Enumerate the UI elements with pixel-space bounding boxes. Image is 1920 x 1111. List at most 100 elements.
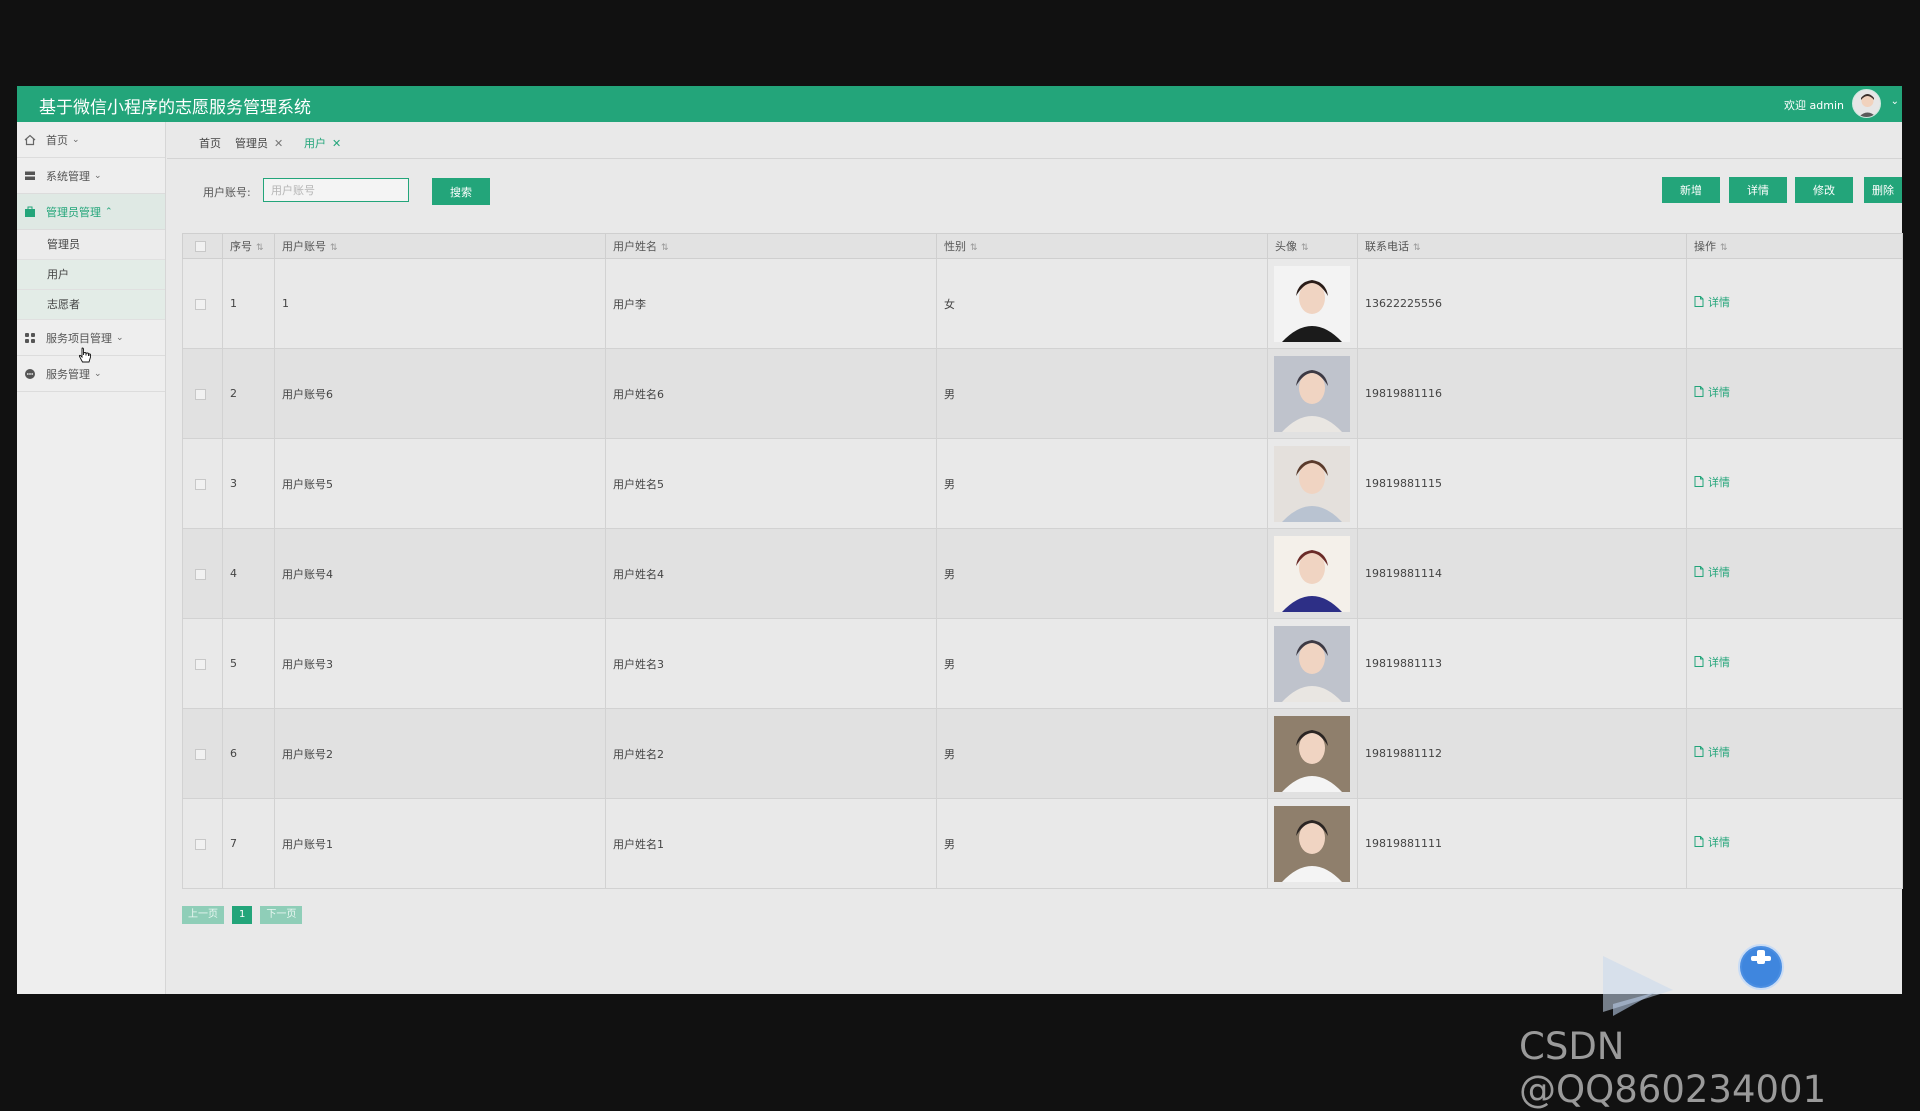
- row-checkbox[interactable]: [195, 748, 206, 760]
- table-row[interactable]: 4 用户账号4 用户姓名4 男 19819881114 详情: [182, 528, 1903, 619]
- floating-assistant-icon[interactable]: [1738, 944, 1784, 990]
- table-row[interactable]: 7 用户账号1 用户姓名1 男 19819881111 详情: [182, 798, 1903, 889]
- user-avatar-image: [1274, 535, 1350, 612]
- tab-user[interactable]: 用户 ✕: [304, 135, 341, 151]
- app-window: 基于微信小程序的志愿服务管理系统 欢迎 admin ⌄ 首页 ⌄ 系统管理 ⌄ …: [17, 86, 1903, 1016]
- row-checkbox[interactable]: [195, 298, 206, 310]
- table-row[interactable]: 1 1 用户李女 13622225556 详情: [182, 258, 1903, 349]
- cell-avatar: [1267, 708, 1358, 799]
- service-icon: [23, 367, 37, 381]
- cell-phone: 19819881116: [1357, 348, 1687, 439]
- row-checkbox[interactable]: [195, 658, 206, 670]
- close-icon[interactable]: ✕: [274, 137, 283, 150]
- col-header-phone[interactable]: 联系电话 ⇅: [1357, 233, 1687, 259]
- sidebar-subitem-user[interactable]: 用户: [17, 260, 165, 290]
- cell-index: 5: [222, 618, 275, 709]
- sidebar-subitem-admin[interactable]: 管理员: [17, 230, 165, 260]
- grid-icon: [23, 331, 37, 345]
- user-table: 序号 ⇅ 用户账号 ⇅ 用户姓名 ⇅ 性别 ⇅ 头像 ⇅ 联系电话 ⇅ 操作 ⇅ 1 1 用户李女…: [182, 233, 1903, 889]
- sidebar-subitem-volunteer[interactable]: 志愿者: [17, 290, 165, 320]
- sort-icon: ⇅: [256, 243, 264, 253]
- cell-action: 详情: [1686, 528, 1903, 619]
- tab-home[interactable]: 首页: [199, 135, 221, 151]
- search-input[interactable]: [263, 178, 409, 202]
- cell-avatar: [1267, 438, 1358, 529]
- cell-action: 详情: [1686, 618, 1903, 709]
- col-header-index[interactable]: 序号 ⇅: [222, 233, 275, 259]
- row-checkbox[interactable]: [195, 568, 206, 580]
- user-avatar[interactable]: [1852, 89, 1881, 118]
- chevron-down-icon[interactable]: ⌄: [1891, 96, 1899, 107]
- page-number-button[interactable]: 1: [232, 906, 253, 924]
- edit-button[interactable]: 修改: [1795, 177, 1853, 203]
- tab-bar: 首页 管理员 ✕ 用户 ✕: [167, 122, 1902, 159]
- table-row[interactable]: 5 用户账号3 用户姓名3 男 19819881113 详情: [182, 618, 1903, 709]
- row-detail-link[interactable]: 详情: [1694, 474, 1730, 490]
- add-button[interactable]: 新增: [1662, 177, 1720, 203]
- chevron-up-icon: ⌃: [105, 206, 113, 217]
- col-header-action[interactable]: 操作 ⇅: [1686, 233, 1903, 259]
- app-title: 基于微信小程序的志愿服务管理系统: [39, 98, 311, 118]
- sidebar-item-admin-management[interactable]: 管理员管理 ⌃: [17, 194, 165, 230]
- document-icon: [1694, 746, 1704, 757]
- cell-account: 用户账号5: [274, 438, 606, 529]
- row-checkbox[interactable]: [195, 838, 206, 850]
- row-detail-link[interactable]: 详情: [1694, 564, 1730, 580]
- chevron-down-icon: ⌄: [72, 134, 80, 145]
- cell-index: 4: [222, 528, 275, 619]
- row-select-cell: [182, 528, 223, 619]
- table-row[interactable]: 2 用户账号6 用户姓名6 男 19819881116 详情: [182, 348, 1903, 439]
- close-icon[interactable]: ✕: [332, 137, 341, 150]
- col-header-name[interactable]: 用户姓名 ⇅: [605, 233, 937, 259]
- delete-button[interactable]: 删除: [1864, 177, 1902, 203]
- col-header-avatar[interactable]: 头像 ⇅: [1267, 233, 1358, 259]
- col-header-gender[interactable]: 性别 ⇅: [936, 233, 1268, 259]
- admin-icon: [23, 205, 37, 219]
- cell-name: 用户姓名5: [605, 438, 937, 529]
- cell-account: 用户账号4: [274, 528, 606, 619]
- row-detail-link[interactable]: 详情: [1694, 294, 1730, 310]
- tab-admin[interactable]: 管理员 ✕: [235, 135, 283, 151]
- tab-label: 管理员: [235, 137, 268, 150]
- sort-icon: ⇅: [970, 243, 978, 253]
- cell-gender: 男: [936, 348, 1268, 439]
- main-content: 首页 管理员 ✕ 用户 ✕ 用户账号: 搜索 新增 详情 修改 删除: [167, 122, 1903, 1016]
- document-icon: [1694, 566, 1704, 577]
- row-detail-link[interactable]: 详情: [1694, 384, 1730, 400]
- user-avatar-image: [1274, 805, 1350, 882]
- row-detail-link[interactable]: 详情: [1694, 744, 1730, 760]
- cell-gender: 男: [936, 618, 1268, 709]
- top-header: 基于微信小程序的志愿服务管理系统 欢迎 admin ⌄: [17, 86, 1902, 122]
- cell-gender: 男: [936, 798, 1268, 889]
- sidebar-item-home[interactable]: 首页 ⌄: [17, 122, 165, 158]
- col-header-account[interactable]: 用户账号 ⇅: [274, 233, 606, 259]
- detail-button[interactable]: 详情: [1729, 177, 1787, 203]
- cell-action: 详情: [1686, 798, 1903, 889]
- search-button[interactable]: 搜索: [432, 178, 490, 205]
- row-detail-label: 详情: [1708, 655, 1730, 669]
- row-detail-label: 详情: [1708, 385, 1730, 399]
- row-detail-link[interactable]: 详情: [1694, 834, 1730, 850]
- col-header-label: 序号: [230, 240, 252, 253]
- row-checkbox[interactable]: [195, 478, 206, 490]
- sidebar: 首页 ⌄ 系统管理 ⌄ 管理员管理 ⌃ 管理员 用户 志愿者 服务项目管理 ⌄: [17, 122, 166, 994]
- prev-page-button[interactable]: 上一页: [182, 906, 224, 924]
- user-avatar-image: [1274, 265, 1350, 342]
- cell-account: 用户账号3: [274, 618, 606, 709]
- table-row[interactable]: 3 用户账号5 用户姓名5 男 19819881115 详情: [182, 438, 1903, 529]
- sidebar-item-system[interactable]: 系统管理 ⌄: [17, 158, 165, 194]
- cell-phone: 19819881114: [1357, 528, 1687, 619]
- next-page-button[interactable]: 下一页: [260, 906, 303, 924]
- row-detail-link[interactable]: 详情: [1694, 654, 1730, 670]
- table-row[interactable]: 6 用户账号2 用户姓名2 男 19819881112 详情: [182, 708, 1903, 799]
- cell-action: 详情: [1686, 708, 1903, 799]
- cell-account: 用户账号2: [274, 708, 606, 799]
- hand-cursor-icon: [78, 347, 91, 363]
- sidebar-item-label: 首页: [46, 133, 68, 147]
- user-avatar-image: [1274, 625, 1350, 702]
- cell-avatar: [1267, 618, 1358, 709]
- row-select-cell: [182, 348, 223, 439]
- row-checkbox[interactable]: [195, 388, 206, 400]
- select-all-checkbox[interactable]: [195, 241, 206, 252]
- row-detail-label: 详情: [1708, 565, 1730, 579]
